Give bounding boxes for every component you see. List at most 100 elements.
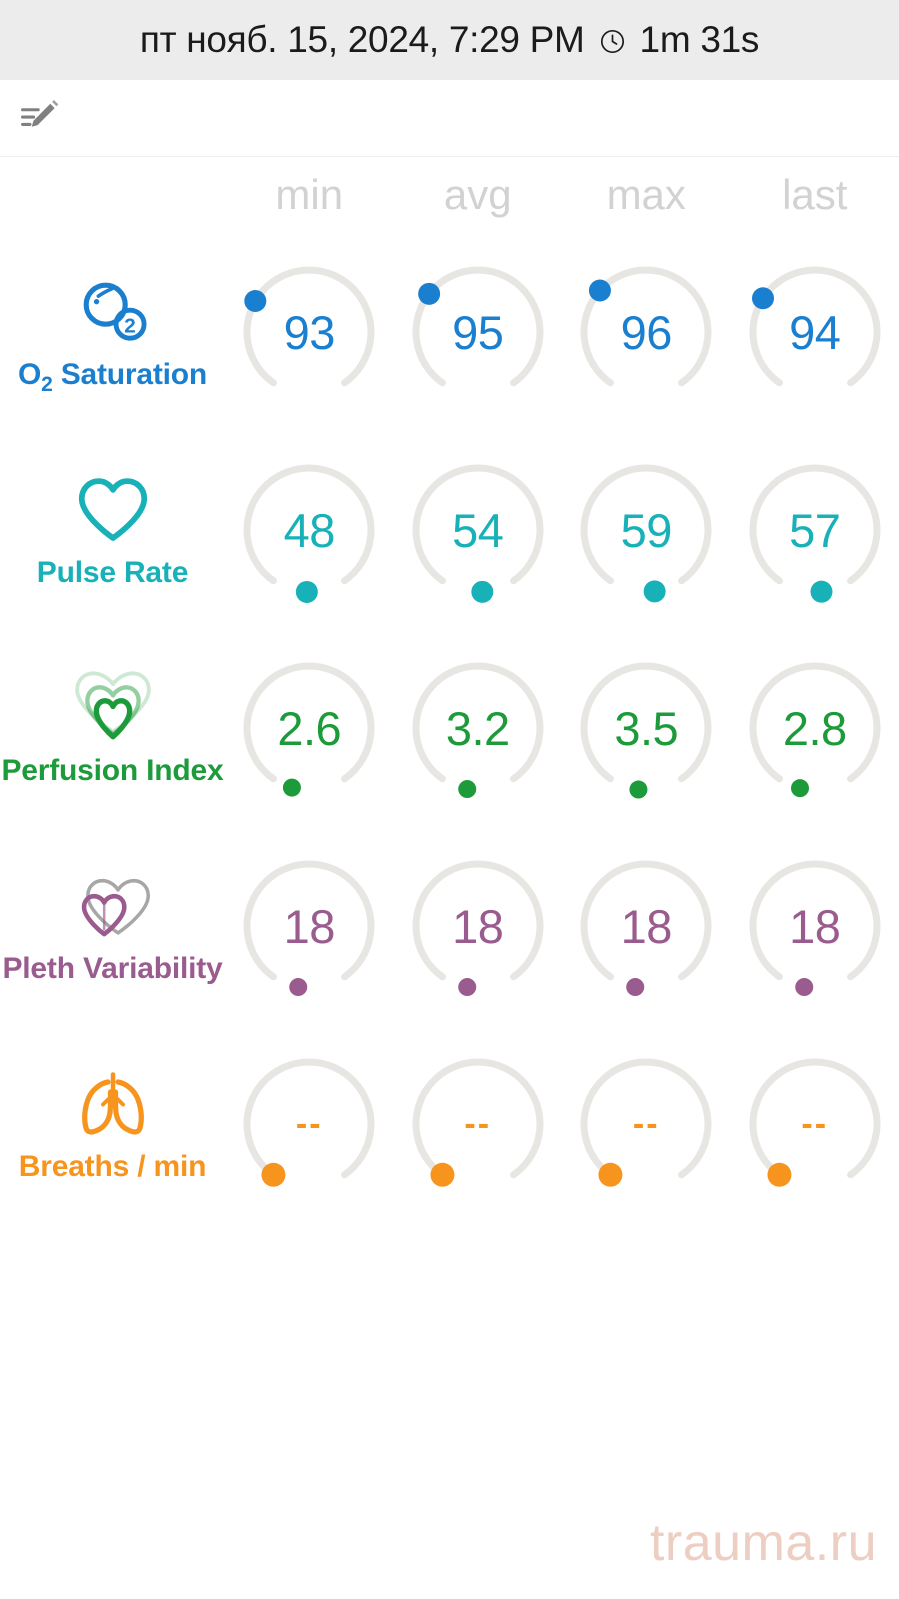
metric-gauges-perfusion-index: 2.6 3.2 3.5 2.8 — [225, 652, 899, 804]
metric-label-pulse-rate: Pulse Rate — [36, 556, 189, 589]
metric-label-main-o2-saturation: O — [17, 358, 42, 391]
gauge-value-breaths-per-min-avg: -- — [464, 1104, 492, 1143]
gauge-cell-breaths-per-min-min[interactable]: -- — [225, 1048, 394, 1200]
gauge-cell-breaths-per-min-max[interactable]: -- — [562, 1048, 731, 1200]
gauge-perfusion-index-avg: 3.2 — [402, 652, 554, 804]
session-duration: 1m 31s — [639, 19, 760, 60]
gauge-value-pleth-variability-max: 18 — [620, 899, 673, 953]
column-headers: min avg max last — [0, 157, 899, 233]
gauge-pleth-variability-max: 18 — [570, 850, 722, 1002]
svg-text:2: 2 — [124, 315, 136, 338]
gauge-cell-perfusion-index-last[interactable]: 2.8 — [731, 652, 899, 804]
gauge-breaths-per-min-max: -- — [570, 1048, 722, 1200]
metric-label-o2-saturation: O2 Saturation — [17, 358, 208, 396]
gauge-value-perfusion-index-min: 2.6 — [277, 701, 342, 755]
metric-label-cell-o2-saturation: 2 O2 Saturation — [0, 272, 225, 396]
triple-heart-icon — [70, 668, 156, 748]
gauge-cell-pleth-variability-last[interactable]: 18 — [731, 850, 899, 1002]
gauge-o2-saturation-avg: 95 — [402, 256, 554, 408]
gauge-cell-pulse-rate-last[interactable]: 57 — [731, 454, 899, 606]
heart-outline-icon — [70, 470, 156, 550]
gauge-pulse-rate-max: 59 — [570, 454, 722, 606]
gauge-pulse-rate-min: 48 — [233, 454, 385, 606]
metric-label-cell-pleth-variability: Pleth Variability — [0, 866, 225, 986]
double-heart-icon — [70, 866, 156, 946]
metrics-list: 2 O2 Saturation 93 95 96 94 Pulse Rate 48 54 59 57… — [0, 233, 899, 1223]
gauge-value-perfusion-index-last: 2.8 — [782, 701, 847, 755]
gauge-cell-pulse-rate-max[interactable]: 59 — [562, 454, 731, 606]
gauge-pleth-variability-last: 18 — [739, 850, 891, 1002]
column-header-max: max — [606, 171, 686, 218]
gauge-value-breaths-per-min-max: -- — [632, 1104, 660, 1143]
metric-row-perfusion-index: Perfusion Index 2.6 3.2 3.5 2.8 — [0, 629, 899, 827]
gauge-cell-perfusion-index-avg[interactable]: 3.2 — [394, 652, 563, 804]
metric-label-cell-pulse-rate: Pulse Rate — [0, 470, 225, 590]
session-header-bar: пт нояб. 15, 2024, 7:29 PM 1m 31s — [0, 0, 899, 80]
gauge-pulse-rate-avg: 54 — [402, 454, 554, 606]
gauge-value-pulse-rate-last: 57 — [789, 503, 841, 557]
gauge-cell-pleth-variability-max[interactable]: 18 — [562, 850, 731, 1002]
gauge-cell-pleth-variability-avg[interactable]: 18 — [394, 850, 563, 1002]
gauge-value-o2-saturation-last: 94 — [789, 305, 841, 359]
metric-label-perfusion-index: Perfusion Index — [1, 754, 224, 787]
gauge-cell-o2-saturation-avg[interactable]: 95 — [394, 256, 563, 408]
metric-label-subscript-o2-saturation: 2 — [41, 373, 53, 396]
clock-icon — [599, 28, 626, 55]
metric-row-pleth-variability: Pleth Variability 18 18 18 18 — [0, 827, 899, 1025]
gauge-cell-o2-saturation-last[interactable]: 94 — [731, 256, 899, 408]
gauge-value-pleth-variability-last: 18 — [789, 899, 841, 953]
gauge-breaths-per-min-min: -- — [233, 1048, 385, 1200]
watermark: trauma.ru — [649, 1514, 877, 1572]
metric-label-breaths-per-min: Breaths / min — [18, 1150, 207, 1183]
gauge-value-o2-saturation-max: 96 — [620, 305, 673, 359]
gauge-cell-breaths-per-min-avg[interactable]: -- — [394, 1048, 563, 1200]
metric-label-rest-o2-saturation: Saturation — [52, 358, 208, 391]
session-datetime: пт нояб. 15, 2024, 7:29 PM — [139, 19, 585, 60]
gauge-value-pleth-variability-avg: 18 — [452, 899, 504, 953]
gauge-pulse-rate-last: 57 — [739, 454, 891, 606]
gauge-cell-perfusion-index-min[interactable]: 2.6 — [225, 652, 394, 804]
metric-gauges-breaths-per-min: -- -- -- -- — [225, 1048, 899, 1200]
gauge-cell-pulse-rate-avg[interactable]: 54 — [394, 454, 563, 606]
gauge-perfusion-index-max: 3.5 — [570, 652, 722, 804]
gauge-perfusion-index-min: 2.6 — [233, 652, 385, 804]
metric-gauges-o2-saturation: 93 95 96 94 — [225, 256, 899, 408]
gauge-value-perfusion-index-max: 3.5 — [614, 701, 679, 755]
column-header-last: last — [782, 171, 848, 218]
gauge-value-pulse-rate-max: 59 — [620, 503, 673, 557]
gauge-o2-saturation-min: 93 — [233, 256, 385, 408]
note-edit-icon[interactable] — [18, 96, 62, 140]
gauge-value-o2-saturation-avg: 95 — [452, 305, 504, 359]
gauge-pleth-variability-avg: 18 — [402, 850, 554, 1002]
gauge-value-pleth-variability-min: 18 — [283, 899, 336, 953]
gauge-pleth-variability-min: 18 — [233, 850, 385, 1002]
gauge-value-o2-saturation-min: 93 — [283, 305, 336, 359]
gauge-breaths-per-min-last: -- — [739, 1048, 891, 1200]
gauge-value-perfusion-index-avg: 3.2 — [445, 701, 510, 755]
gauge-value-pulse-rate-min: 48 — [283, 503, 336, 557]
gauge-cell-o2-saturation-max[interactable]: 96 — [562, 256, 731, 408]
gauge-cell-pleth-variability-min[interactable]: 18 — [225, 850, 394, 1002]
note-row[interactable] — [0, 80, 899, 157]
gauge-value-pulse-rate-avg: 54 — [452, 503, 504, 557]
o2-molecule-icon: 2 — [70, 272, 156, 352]
gauge-o2-saturation-max: 96 — [570, 256, 722, 408]
metric-label-cell-breaths-per-min: Breaths / min — [0, 1064, 225, 1184]
metric-row-o2-saturation: 2 O2 Saturation 93 95 96 94 — [0, 233, 899, 431]
gauge-value-breaths-per-min-last: -- — [801, 1104, 829, 1143]
column-header-min: min — [275, 171, 344, 218]
metric-label-pleth-variability: Pleth Variability — [2, 952, 223, 985]
metric-gauges-pleth-variability: 18 18 18 18 — [225, 850, 899, 1002]
gauge-breaths-per-min-avg: -- — [402, 1048, 554, 1200]
gauge-cell-o2-saturation-min[interactable]: 93 — [225, 256, 394, 408]
metric-row-breaths-per-min: Breaths / min -- -- -- -- — [0, 1025, 899, 1223]
gauge-cell-perfusion-index-max[interactable]: 3.5 — [562, 652, 731, 804]
gauge-cell-pulse-rate-min[interactable]: 48 — [225, 454, 394, 606]
gauge-value-breaths-per-min-min: -- — [295, 1104, 323, 1143]
metric-gauges-pulse-rate: 48 54 59 57 — [225, 454, 899, 606]
metric-row-pulse-rate: Pulse Rate 48 54 59 57 — [0, 431, 899, 629]
gauge-cell-breaths-per-min-last[interactable]: -- — [731, 1048, 899, 1200]
gauge-perfusion-index-last: 2.8 — [739, 652, 891, 804]
gauge-o2-saturation-last: 94 — [739, 256, 891, 408]
metric-label-cell-perfusion-index: Perfusion Index — [0, 668, 225, 788]
